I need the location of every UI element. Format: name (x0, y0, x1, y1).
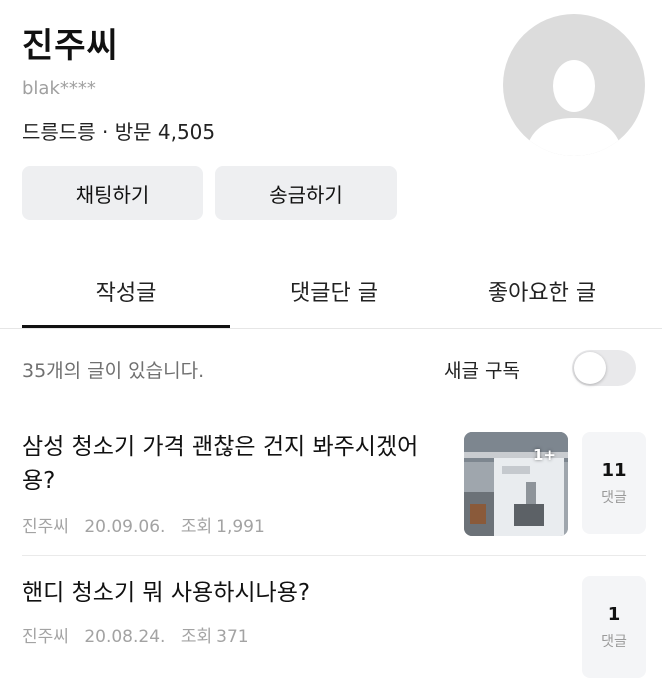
post-count-text: 35개의 글이 있습니다. (22, 360, 205, 382)
tab-commented-posts[interactable]: 댓글단 글 (230, 256, 438, 326)
person-silhouette-icon (525, 60, 623, 156)
tab-bar: 작성글 댓글단 글 좋아요한 글 (0, 256, 662, 328)
comment-count: 11 (601, 459, 627, 481)
subscribe-toggle[interactable] (572, 350, 636, 386)
comment-count-box[interactable]: 1 댓글 (582, 576, 646, 678)
post-meta: 진주씨 20.09.06. 조회 1,991 (22, 512, 275, 537)
post-author: 진주씨 (22, 517, 69, 537)
tab-written-posts[interactable]: 작성글 (22, 256, 230, 326)
profile-user-id: blak**** (22, 78, 96, 99)
thumbnail-count-badge: 1+ (532, 446, 556, 464)
comment-count: 1 (607, 603, 621, 625)
post-views: 371 (216, 627, 249, 647)
post-views: 1,991 (216, 517, 265, 537)
post-thumbnail[interactable]: 1+ (464, 432, 568, 536)
send-money-button[interactable]: 송금하기 (215, 166, 397, 220)
post-views-label: 조회 (180, 627, 213, 647)
post-title[interactable]: 삼성 청소기 가격 괜찮은 건지 봐주시겠어용? (22, 430, 442, 498)
comment-label: 댓글 (601, 489, 627, 506)
chat-button[interactable]: 채팅하기 (22, 166, 203, 220)
profile-meta: 드릉드릉 · 방문 4,505 (22, 116, 215, 145)
post-meta: 진주씨 20.08.24. 조회 371 (22, 622, 259, 647)
post-date: 20.09.06. (84, 517, 166, 537)
subscribe-label: 새글 구독 (444, 360, 520, 382)
post-author: 진주씨 (22, 627, 69, 647)
meta-separator: · (101, 120, 115, 144)
tab-liked-posts[interactable]: 좋아요한 글 (438, 256, 646, 326)
post-divider (22, 555, 646, 556)
post-date: 20.08.24. (84, 627, 166, 647)
comment-count-box[interactable]: 11 댓글 (582, 432, 646, 534)
visit-label: 방문 (114, 120, 152, 144)
avatar[interactable] (503, 14, 645, 156)
tab-divider (0, 328, 662, 329)
profile-level: 드릉드릉 (22, 120, 96, 144)
visit-count: 4,505 (157, 120, 216, 144)
post-views-label: 조회 (180, 517, 213, 537)
post-title[interactable]: 핸디 청소기 뭐 사용하시나용? (22, 576, 442, 610)
toggle-knob (574, 352, 606, 384)
comment-label: 댓글 (601, 633, 627, 650)
profile-name: 진주씨 (22, 26, 119, 66)
